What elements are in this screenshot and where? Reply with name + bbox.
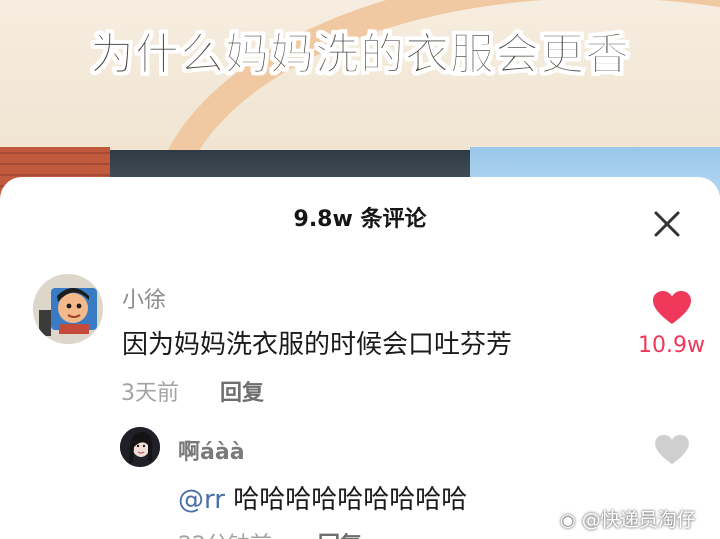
reply-item: 啊áàà @rr 哈哈哈哈哈哈哈哈哈 22分钟前 回复 [0, 177, 720, 539]
heart-icon [655, 434, 689, 465]
comments-sheet: 9.8w 条评论 小徐 因为妈妈洗衣服的时候会口吐芬芳 3天前 回复 10.9w… [0, 177, 720, 539]
portrait-avatar-image [120, 427, 160, 467]
watermark-text: @快递员淘仔 [581, 509, 696, 531]
weibo-icon: ◉ [560, 510, 576, 531]
watermark: ◉ @快递员淘仔 [560, 505, 696, 532]
reply-button[interactable]: 回复 [318, 527, 362, 539]
video-title: 为什么妈妈洗的衣服会更香 [90, 29, 630, 81]
reply-timestamp: 22分钟前 [178, 527, 272, 539]
reply-mention[interactable]: @rr [178, 485, 225, 515]
avatar[interactable] [120, 427, 160, 467]
reply-text-body: 哈哈哈哈哈哈哈哈哈 [233, 485, 468, 515]
like-button[interactable] [654, 434, 690, 466]
reply-username[interactable]: 啊áàà [178, 434, 245, 466]
screen: 为什么妈妈洗的衣服会更香 9.8w 条评论 小徐 因为妈妈洗衣服的时候会口吐芬芳… [0, 0, 720, 539]
reply-text: @rr 哈哈哈哈哈哈哈哈哈 [178, 479, 467, 516]
